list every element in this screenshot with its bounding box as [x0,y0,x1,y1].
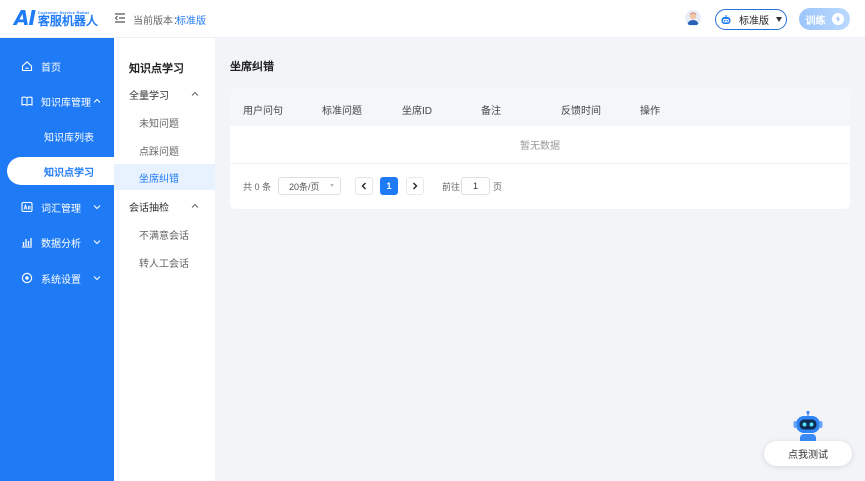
test-me-button[interactable]: 点我测试 [764,441,852,466]
pagination-total: 共 0 条 [243,182,272,192]
page-button-current[interactable]: 1 [380,177,398,195]
sidebar-item-data-analysis[interactable]: 数据分析 [0,228,114,256]
empty-text: 暂无数据 [520,141,560,152]
chart-icon [22,238,32,248]
secnav-item-disliked-questions[interactable]: 点踩问题 [114,137,215,163]
secnav-group-label: 全量学习 [129,90,169,102]
user-avatar-icon [687,12,699,25]
chevron-down-icon [93,276,101,281]
pagination: 共 0 条 20条/页 1 前往 1 页 [230,176,850,196]
sidebar-item-label: 词汇管理 [41,203,81,215]
sidebar-item-vocabulary[interactable]: 词汇管理 [0,193,114,221]
top-header: AI Customer Service Robot 客服机器人 当前版本： 标准… [0,0,865,38]
sidebar-item-label: 首页 [41,62,61,74]
chevron-down-icon [93,240,101,245]
secnav-item-label: 点踩问题 [139,146,179,158]
secnav-item-unsatisfied-sessions[interactable]: 不满意会话 [114,221,215,247]
secnav-item-label: 转人工会话 [139,258,189,270]
train-button[interactable]: 训练 [799,8,850,30]
lightning-icon [831,13,844,25]
chevron-down-icon [93,205,101,210]
chevron-up-icon [93,98,101,103]
sidebar-item-label: 数据分析 [41,238,81,250]
sidebar-item-label: 知识库列表 [44,132,94,144]
logo-title: 客服机器人 [37,14,98,28]
secnav-item-unknown-questions[interactable]: 未知问题 [114,109,215,135]
caret-down-icon [776,17,782,22]
version-value: 标准版 [176,16,206,27]
secnav-item-label: 不满意会话 [139,230,189,242]
column-header-user-question[interactable]: 用户问句 [243,102,283,117]
column-header-remark[interactable]: 备注 [481,102,501,117]
prev-page-button[interactable] [355,177,373,195]
column-header-agent-id[interactable]: 坐席ID [402,102,432,117]
edition-select-value: 标准版 [739,16,769,27]
vocab-icon [21,201,33,213]
secnav-group-full-learning[interactable]: 全量学习 [114,81,215,107]
goto-page-input[interactable]: 1 [461,177,490,195]
robot-head-icon [721,14,731,24]
sidebar-item-kb-list[interactable]: 知识库列表 [0,122,114,150]
logo-ai-text: AI [14,6,36,30]
secnav-item-transfer-sessions[interactable]: 转人工会话 [114,249,215,275]
table-empty-state: 暂无数据 [230,126,850,164]
test-me-label: 点我测试 [788,450,828,461]
column-header-standard-question[interactable]: 标准问题 [322,102,362,117]
page-size-value: 20条/页 [289,181,320,192]
sidebar-item-home[interactable]: 首页 [0,52,114,80]
sidebar-item-label: 系统设置 [41,274,81,286]
chevron-right-icon [413,182,418,190]
column-header-actions: 操作 [640,106,660,117]
page-number: 1 [386,181,392,191]
column-header-feedback-time[interactable]: 反馈时间 [561,102,601,117]
sidebar-item-system-settings[interactable]: 系统设置 [0,264,114,292]
secondary-sidebar-title: 知识点学习 [129,63,184,75]
chevron-left-icon [361,182,366,190]
next-page-button[interactable] [406,177,424,195]
page-size-select[interactable]: 20条/页 [278,177,341,195]
left-sidebar: 首页 知识库管理 知识库列表 知识点学习 词汇管理 数据分析 系统设置 [0,38,127,481]
secondary-sidebar: 知识点学习 全量学习 未知问题 点踩问题 坐席纠错 会话抽检 不满意会话 转人工… [114,38,215,481]
home-icon [21,61,33,72]
user-avatar[interactable] [685,10,701,26]
table-header: 用户问句 标准问题 坐席ID 备注 反馈时间 操作 [230,88,850,126]
edition-select[interactable]: 标准版 [715,9,787,30]
sidebar-item-label: 知识点学习 [44,167,94,179]
goto-unit: 页 [493,182,503,192]
goto-page-value: 1 [472,181,478,191]
logo: AI Customer Service Robot 客服机器人 [14,8,98,28]
secnav-item-agent-correction[interactable]: 坐席纠错 [114,164,215,190]
sidebar-item-kb-management[interactable]: 知识库管理 [0,87,114,115]
page-title: 坐席纠错 [230,61,274,73]
secnav-group-session-sampling[interactable]: 会话抽检 [114,193,215,219]
caret-down-icon [330,184,334,187]
sidebar-item-label: 知识库管理 [41,97,91,109]
menu-collapse-icon[interactable] [114,12,126,24]
data-table-card: 用户问句 标准问题 坐席ID 备注 反馈时间 操作 暂无数据 共 0 条 20条… [230,88,850,209]
secnav-item-label: 未知问题 [139,118,179,130]
secnav-item-label: 坐席纠错 [139,173,179,185]
chevron-up-icon [191,203,199,208]
sidebar-item-knowledge-learning[interactable]: 知识点学习 [7,157,127,185]
train-button-label: 训练 [805,15,826,27]
secnav-group-label: 会话抽检 [129,202,169,214]
book-icon [21,96,33,106]
goto-label: 前往 [442,182,461,192]
settings-icon [21,272,33,284]
chevron-up-icon [191,91,199,96]
